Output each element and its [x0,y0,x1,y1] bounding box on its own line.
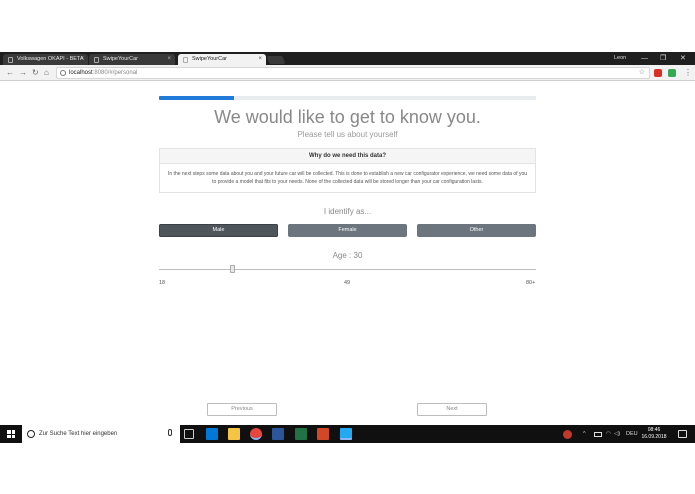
powerpoint-icon[interactable] [317,428,329,440]
gender-male-button[interactable]: Male [159,224,278,237]
previous-button[interactable]: Previous [207,403,277,416]
star-icon[interactable]: ☆ [639,68,645,78]
close-window-icon[interactable]: ✕ [680,52,686,65]
screen: Volkswagen OKAPI - BETA × SwipeYourCar ×… [0,0,695,494]
forward-icon[interactable]: → [19,67,27,79]
url-text: localhost:8080/#/personal [69,70,138,76]
next-button[interactable]: Next [417,403,487,416]
browser-toolbar: ← → ↻ ⌂ localhost:8080/#/personal ☆ ⋮ [0,65,695,81]
page-icon [94,57,99,63]
windows-start-icon[interactable] [7,430,15,438]
info-card-body: In the next steps some data about you an… [168,171,528,185]
taskbar-search-box[interactable]: Zur Suche Text hier eingeben [22,425,180,443]
taskbar: Zur Suche Text hier eingeben ^ ◠ ◁) DEU … [0,425,695,443]
identify-label: I identify as... [323,207,372,216]
close-icon[interactable]: × [80,54,84,65]
battery-icon[interactable] [594,432,602,437]
tab-label: Volkswagen OKAPI - BETA [17,56,84,62]
close-icon[interactable]: × [167,54,171,65]
gender-female-button[interactable]: Female [288,224,407,237]
vscode-icon[interactable] [340,428,352,440]
age-slider-handle[interactable] [229,265,235,273]
extension-icon[interactable] [668,69,676,77]
reload-icon[interactable]: ↻ [32,67,39,79]
word-icon[interactable] [272,428,284,440]
progress-bar [159,96,536,100]
edge-icon[interactable] [206,428,218,440]
progress-fill [159,96,235,100]
age-tick-max: 80+ [526,280,536,286]
wifi-icon[interactable]: ◠ [606,425,611,443]
clock-date: 16.09.2018 [641,434,667,440]
age-slider-track[interactable] [159,269,536,270]
age-tick-mid: 49 [344,280,351,286]
file-explorer-icon[interactable] [228,428,240,440]
taskbar-clock[interactable]: 08:46 16.09.2018 [641,427,667,441]
info-card: Why do we need this data? In the next st… [159,148,536,193]
browser-tab-bar: Volkswagen OKAPI - BETA × SwipeYourCar ×… [0,52,695,65]
excel-icon[interactable] [295,428,307,440]
new-tab-button[interactable] [266,56,286,64]
page-icon [183,57,188,63]
task-view-icon[interactable] [184,429,194,439]
notification-icon[interactable] [678,430,687,438]
letterbox-bottom [0,443,695,494]
minimize-icon[interactable]: — [641,52,648,65]
tab-okapi[interactable]: Volkswagen OKAPI - BETA × [3,54,88,65]
language-indicator[interactable]: DEU [626,425,638,443]
clock-time: 08:46 [647,427,661,433]
search-icon [27,430,35,438]
menu-icon[interactable]: ⋮ [684,67,692,79]
volume-icon[interactable]: ◁) [614,425,620,443]
address-bar[interactable]: localhost:8080/#/personal ☆ [56,67,650,79]
letterbox-top [0,0,695,52]
tab-label: SwipeYourCar [103,56,138,62]
tray-app-icon[interactable] [563,430,572,439]
maximize-icon[interactable]: ❐ [660,52,666,65]
chrome-icon[interactable] [250,428,262,440]
gender-other-button[interactable]: Other [417,224,536,237]
extension-icon[interactable] [654,69,662,77]
tab-label: SwipeYourCar [192,56,227,62]
back-icon[interactable]: ← [6,67,14,79]
tab-swipeyourcar-2[interactable]: SwipeYourCar × [178,54,266,65]
close-icon[interactable]: × [258,54,262,65]
tab-swipeyourcar-1[interactable]: SwipeYourCar × [89,54,175,65]
page-title: We would like to get to know you. [214,107,481,127]
microphone-icon[interactable] [168,429,172,436]
age-label: Age : 30 [332,251,363,260]
info-card-header: Why do we need this data? [160,149,535,164]
user-profile[interactable]: Leon [614,52,626,65]
tray-chevron-icon[interactable]: ^ [583,425,586,443]
info-icon[interactable] [60,70,66,76]
page-icon [8,57,13,63]
search-placeholder: Zur Suche Text hier eingeben [39,431,118,437]
age-tick-min: 18 [159,280,166,286]
home-icon[interactable]: ⌂ [44,67,49,79]
page-subtitle: Please tell us about yourself [297,130,398,139]
